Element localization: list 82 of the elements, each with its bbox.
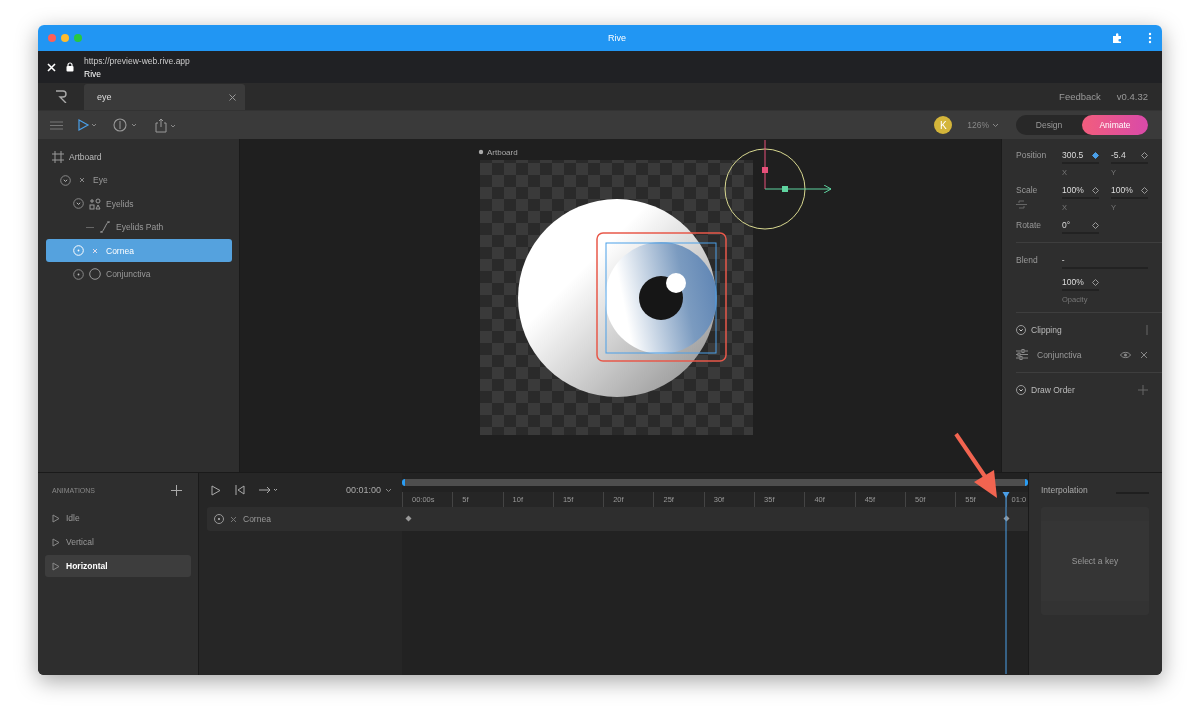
property-label: Blend (1016, 255, 1039, 265)
toggle-icon[interactable] (60, 174, 71, 186)
add-icon[interactable] (171, 484, 182, 496)
rewind-icon[interactable] (235, 485, 245, 495)
section-title: Interpolation (1041, 485, 1088, 495)
collapse-icon[interactable] (1016, 385, 1026, 395)
lock-icon (66, 62, 74, 72)
keyframe-icon[interactable] (1141, 151, 1148, 159)
section-title: Draw Order (1031, 385, 1076, 395)
keyframe-icon[interactable] (1003, 515, 1010, 522)
export-tool-icon[interactable] (154, 117, 178, 133)
transform-gizmo[interactable] (724, 139, 832, 230)
play-icon[interactable] (52, 513, 60, 523)
caret-icon[interactable] (992, 122, 999, 128)
toggle-icon[interactable] (73, 198, 84, 210)
link-icon[interactable] (1016, 200, 1027, 209)
hierarchy-item[interactable]: Eyelids (46, 192, 232, 216)
value-field[interactable]: -5.4 (1111, 150, 1148, 164)
page-title: Rive (84, 68, 102, 79)
mode-tab[interactable]: Animate (1082, 115, 1148, 135)
menu-icon[interactable] (50, 120, 63, 130)
range-bar[interactable] (402, 479, 1028, 486)
more-icon[interactable] (1148, 32, 1152, 44)
caret-icon[interactable] (385, 487, 392, 493)
shapes-icon (89, 197, 101, 210)
toggle-icon[interactable] (73, 268, 84, 280)
animation-item[interactable]: Idle (45, 507, 191, 529)
path-icon (99, 221, 111, 234)
window-title: Rive (607, 33, 627, 43)
hierarchy-item[interactable]: Cornea (46, 239, 232, 263)
artboard-dot-icon (478, 149, 484, 155)
loop-mode-icon[interactable] (259, 485, 279, 495)
shape-tool-icon[interactable] (113, 118, 139, 132)
keyframe-icon[interactable] (1092, 151, 1099, 159)
value-field[interactable]: 100% (1062, 277, 1099, 291)
collapse-icon[interactable] (1016, 325, 1026, 335)
property-label: Position (1016, 150, 1048, 160)
mode-tab[interactable]: Design (1016, 115, 1082, 135)
hierarchy-item[interactable]: Eyelids Path (46, 215, 232, 239)
keyframe-icon[interactable] (1092, 278, 1099, 286)
value-field[interactable]: 100% (1111, 185, 1148, 199)
track-row[interactable]: Cornea (207, 507, 402, 531)
clipping-item[interactable]: Conjunctiva (1037, 349, 1111, 360)
playhead[interactable] (1002, 492, 1010, 674)
empty-message: Select a key (1071, 556, 1119, 566)
hierarchy-item[interactable]: Artboard (46, 145, 232, 168)
keyframe-icon[interactable] (405, 515, 412, 522)
selection-outline[interactable] (596, 232, 727, 362)
value-field[interactable]: 300.5 (1062, 150, 1099, 164)
file-tab[interactable]: eye (84, 84, 245, 110)
eye-icon[interactable] (1120, 350, 1131, 359)
keyframe-icon[interactable] (1092, 186, 1099, 194)
hierarchy-item[interactable]: Eye (46, 168, 232, 192)
artboard-label: Artboard (487, 148, 518, 157)
property-label: Scale (1016, 185, 1039, 195)
duration-dropdown[interactable]: 00:01:00 (345, 485, 392, 495)
property-label: Rotate (1016, 220, 1043, 230)
ellipse-icon (89, 268, 101, 281)
group-icon (230, 515, 237, 523)
zoom-dropdown[interactable]: 126% (967, 120, 999, 130)
section-title: Clipping (1031, 325, 1063, 335)
feedback-link[interactable]: Feedback (1059, 91, 1101, 102)
animation-item[interactable]: Horizontal (45, 555, 191, 577)
logo-icon[interactable] (55, 90, 67, 103)
bounding-box[interactable] (605, 242, 717, 354)
extension-icon[interactable] (1112, 32, 1123, 44)
play-icon[interactable] (52, 537, 60, 547)
artboard-icon (52, 150, 64, 163)
play-icon[interactable] (211, 484, 221, 496)
url-text: https://preview-web.rive.app (84, 55, 190, 66)
keyframe-icon[interactable] (1092, 221, 1099, 229)
keyframe-icon[interactable] (1141, 186, 1148, 194)
value-field[interactable]: 0° (1062, 220, 1099, 234)
blend-dropdown[interactable]: - (1061, 255, 1148, 269)
sliders-icon (1016, 349, 1028, 360)
hierarchy-item[interactable]: Conjunctiva (46, 262, 232, 286)
pointer-tool-icon[interactable] (78, 119, 98, 131)
value-field[interactable]: 100% (1062, 185, 1099, 199)
toggle-icon[interactable] (214, 514, 224, 524)
animation-item[interactable]: Vertical (45, 531, 191, 553)
version-text: v0.4.32 (1116, 91, 1148, 102)
play-icon[interactable] (52, 561, 60, 571)
